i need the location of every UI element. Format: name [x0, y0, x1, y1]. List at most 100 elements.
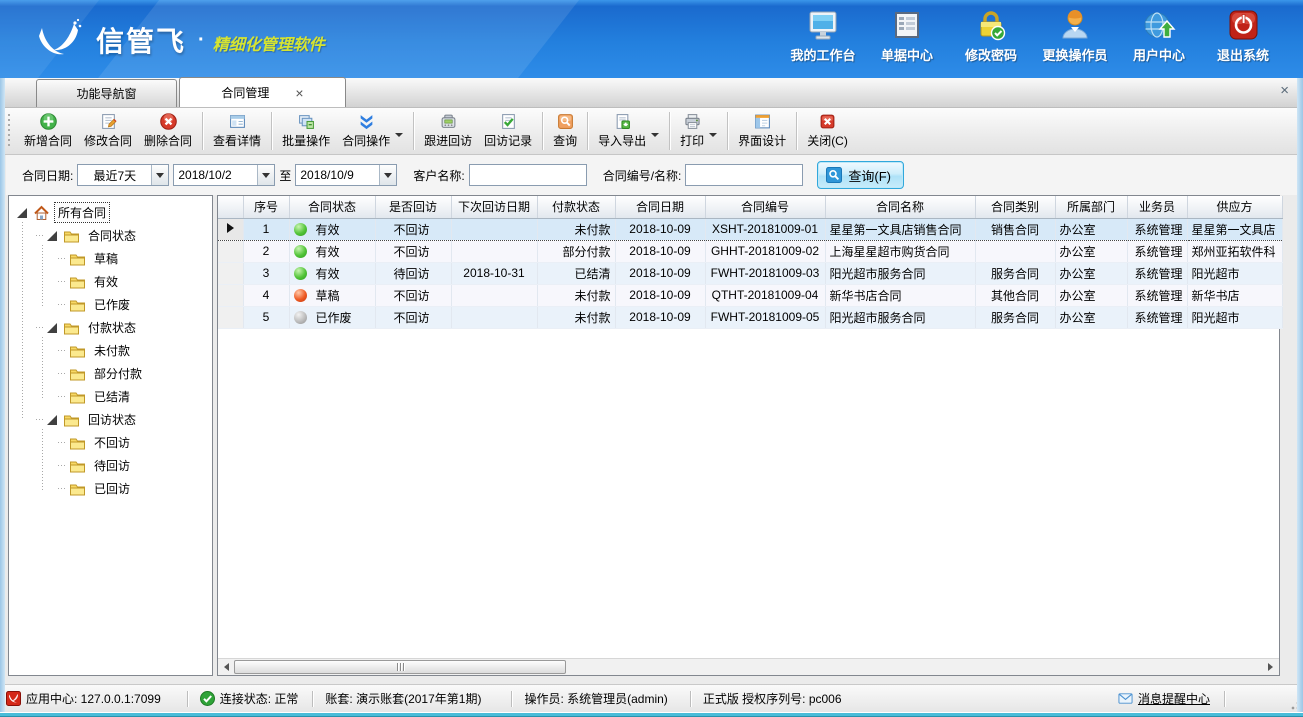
tree-node-valid[interactable]: 有效: [9, 270, 212, 293]
cell-category: 服务合同: [975, 306, 1055, 328]
tab-function-nav[interactable]: 功能导航窗: [36, 79, 177, 107]
col-header-next-visit[interactable]: 下次回访日期: [451, 196, 537, 218]
table-row[interactable]: 1 有效 不回访 未付款 2018-10-09 XSHT-20181009-01…: [218, 218, 1282, 240]
cell-dept: 办公室: [1055, 306, 1127, 328]
toolbar-separator: [727, 112, 728, 150]
select-arrow[interactable]: [151, 165, 168, 185]
row-selector-cell: [218, 262, 243, 284]
toolbar: 新增合同 修改合同 删除合同 查看详情: [0, 108, 1303, 155]
dropdown-caret-icon[interactable]: [395, 133, 403, 137]
date-from-picker[interactable]: 2018/10/2: [173, 164, 275, 186]
cell-name: 阳光超市服务合同: [825, 262, 975, 284]
query-button-toolbar[interactable]: 查询: [547, 110, 583, 152]
user-center-globe-icon: [1142, 8, 1176, 42]
toolbar-button-label: 关闭(C): [807, 132, 848, 149]
tab-label: 功能导航窗: [76, 85, 136, 102]
workbench-button[interactable]: 我的工作台: [781, 8, 865, 64]
tree-node-label: 待回访: [91, 456, 133, 475]
col-header-name[interactable]: 合同名称: [825, 196, 975, 218]
tree-connector: [36, 419, 45, 420]
tree-expand-icon[interactable]: [47, 323, 57, 333]
batch-ops-button[interactable]: 批量操作: [276, 110, 336, 152]
tree-node-partial-paid[interactable]: 部分付款: [9, 362, 212, 385]
col-header-status[interactable]: 合同状态: [289, 196, 375, 218]
table-row[interactable]: 4 草稿 不回访 未付款 2018-10-09 QTHT-20181009-04…: [218, 284, 1282, 306]
edit-contract-button[interactable]: 修改合同: [78, 110, 138, 152]
date-to-picker[interactable]: 2018/10/9: [295, 164, 397, 186]
contract-code-input[interactable]: [685, 164, 803, 186]
tree-expand-icon[interactable]: [47, 231, 57, 241]
home-icon: [33, 205, 50, 221]
close-button[interactable]: 关闭(C): [801, 110, 854, 152]
tree-connector: [58, 442, 67, 443]
tree-node-revisit-status[interactable]: 回访状态: [9, 408, 212, 431]
password-lock-icon: [974, 8, 1008, 42]
query-submit-button[interactable]: 查询(F): [817, 161, 904, 189]
select-arrow[interactable]: [379, 165, 396, 185]
tree-node-revisited[interactable]: 已回访: [9, 477, 212, 500]
user-center-button[interactable]: 用户中心: [1117, 8, 1201, 64]
col-header-revisit[interactable]: 是否回访: [375, 196, 451, 218]
scrollbar-thumb[interactable]: [234, 660, 566, 674]
col-header-supplier[interactable]: 供应方: [1187, 196, 1282, 218]
visit-record-button[interactable]: 回访记录: [478, 110, 538, 152]
toolbar-separator: [271, 112, 272, 150]
tabstrip-close-icon[interactable]: ×: [1280, 84, 1289, 98]
table-row[interactable]: 3 有效 待回访 2018-10-31 已结清 2018-10-09 FWHT-…: [218, 262, 1282, 284]
ui-design-button[interactable]: 界面设计: [732, 110, 792, 152]
exit-system-button[interactable]: 退出系统: [1201, 8, 1285, 64]
tree-node-payment-status[interactable]: 付款状态: [9, 316, 212, 339]
table-row[interactable]: 5 已作废 不回访 未付款 2018-10-09 FWHT-20181009-0…: [218, 306, 1282, 328]
contract-ops-button[interactable]: 合同操作: [336, 110, 409, 152]
tree-node-no-revisit[interactable]: 不回访: [9, 431, 212, 454]
scroll-right-button[interactable]: [1262, 659, 1279, 675]
select-arrow[interactable]: [257, 165, 274, 185]
document-center-button[interactable]: 单据中心: [865, 8, 949, 64]
toolbar-drag-handle[interactable]: [6, 114, 14, 148]
tree-node-settled[interactable]: 已结清: [9, 385, 212, 408]
follow-up-button[interactable]: 跟进回访: [418, 110, 478, 152]
table-row[interactable]: 2 有效 不回访 部分付款 2018-10-09 GHHT-20181009-0…: [218, 240, 1282, 262]
dropdown-caret-icon[interactable]: [709, 133, 717, 137]
col-header-code[interactable]: 合同编号: [705, 196, 825, 218]
scroll-left-icon: [224, 663, 229, 671]
col-header-date[interactable]: 合同日期: [615, 196, 705, 218]
switch-operator-button[interactable]: 更换操作员: [1033, 8, 1117, 64]
view-detail-button[interactable]: 查看详情: [207, 110, 267, 152]
tree-node-pending-revisit[interactable]: 待回访: [9, 454, 212, 477]
message-center-link[interactable]: 消息提醒中心: [1118, 690, 1210, 707]
col-header-salesman[interactable]: 业务员: [1127, 196, 1187, 218]
tree-node-draft[interactable]: 草稿: [9, 247, 212, 270]
tree-node-contract-status[interactable]: 合同状态: [9, 224, 212, 247]
col-header-dept[interactable]: 所属部门: [1055, 196, 1127, 218]
change-password-button[interactable]: 修改密码: [949, 8, 1033, 64]
col-header-seq[interactable]: 序号: [243, 196, 289, 218]
customer-name-input[interactable]: [469, 164, 587, 186]
import-export-button[interactable]: 导入导出: [592, 110, 665, 152]
tree-node-unpaid[interactable]: 未付款: [9, 339, 212, 362]
print-button[interactable]: 打印: [674, 110, 723, 152]
contract-grid-panel: 序号 合同状态 是否回访 下次回访日期 付款状态 合同日期 合同编号 合同名称 …: [217, 195, 1280, 676]
tree-node-all-contracts[interactable]: 所有合同: [9, 201, 212, 224]
tree-expand-icon[interactable]: [47, 415, 57, 425]
tree-expand-icon[interactable]: [17, 208, 27, 218]
cell-supplier: 郑州亚拓软件科: [1187, 240, 1282, 262]
add-contract-button[interactable]: 新增合同: [18, 110, 78, 152]
folder-icon: [69, 274, 86, 290]
scroll-left-button[interactable]: [218, 659, 235, 675]
date-from-value: 2018/10/2: [174, 168, 257, 182]
delete-contract-button[interactable]: 删除合同: [138, 110, 198, 152]
app-logo-icon: [6, 691, 21, 706]
cell-salesman: 系统管理: [1127, 306, 1187, 328]
operator-status: 操作员: 系统管理员(admin): [524, 690, 667, 707]
col-header-category[interactable]: 合同类别: [975, 196, 1055, 218]
cell-date: 2018-10-09: [615, 240, 705, 262]
tab-contract-management[interactable]: 合同管理 ×: [179, 77, 346, 107]
tree-connector: [58, 373, 67, 374]
tab-close-icon[interactable]: ×: [295, 88, 303, 98]
status-dot-icon: [294, 267, 307, 280]
tree-node-voided[interactable]: 已作废: [9, 293, 212, 316]
col-header-payment[interactable]: 付款状态: [537, 196, 615, 218]
date-preset-select[interactable]: 最近7天: [77, 164, 169, 186]
dropdown-caret-icon[interactable]: [651, 133, 659, 137]
